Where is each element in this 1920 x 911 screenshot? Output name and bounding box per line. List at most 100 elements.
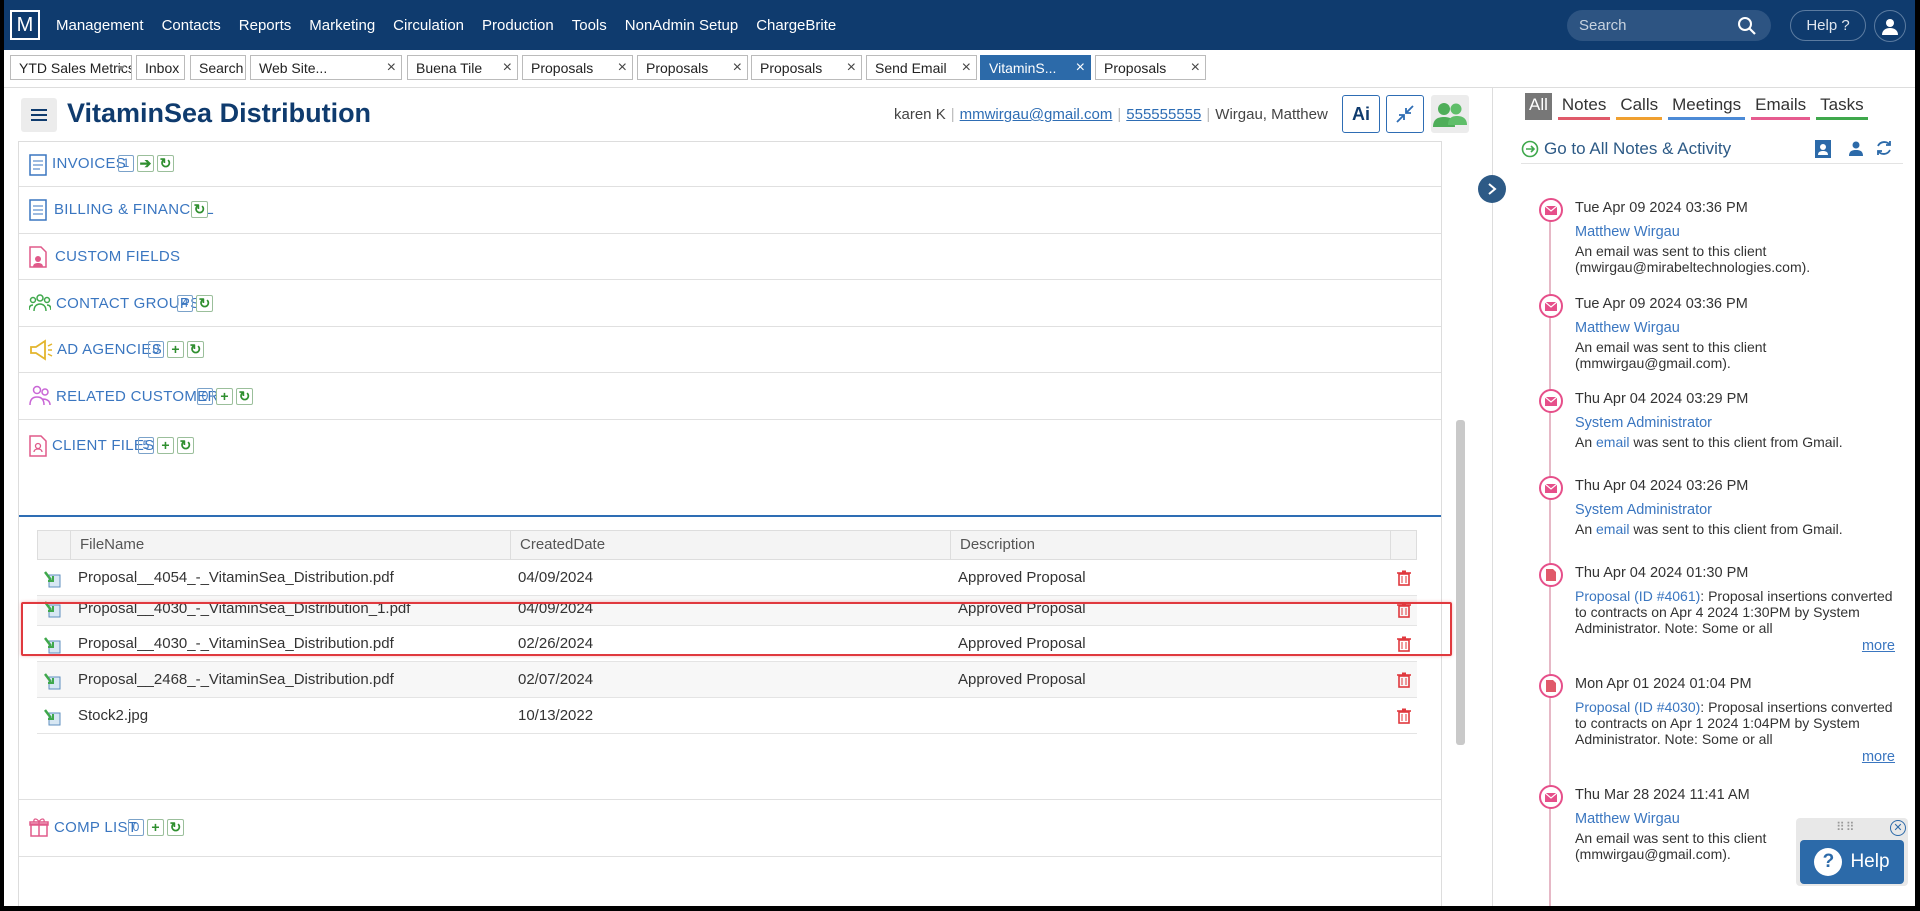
app-logo[interactable]: M	[10, 10, 40, 40]
nav-production[interactable]: Production	[482, 17, 554, 34]
trash-icon[interactable]	[1397, 570, 1411, 586]
tab-vitaminsea[interactable]: VitaminS... ×	[980, 55, 1091, 80]
tab-inbox[interactable]: Inbox	[136, 55, 185, 80]
file-download-icon[interactable]	[43, 570, 61, 588]
add-button[interactable]: +	[216, 388, 233, 405]
chevron-down-icon[interactable]	[117, 66, 125, 71]
drag-handle[interactable]: ⠿⠿	[1836, 820, 1856, 834]
add-button[interactable]: +	[157, 437, 174, 454]
column-header-description[interactable]: Description	[950, 531, 1390, 559]
section-invoices[interactable]: INVOICES 1 ➔ ↻	[19, 142, 1441, 187]
file-name[interactable]: Proposal__4030_-_VitaminSea_Distribution…	[78, 626, 394, 661]
tab-ytd-sales-metrics[interactable]: YTD Sales Metrics	[10, 55, 132, 80]
refresh-button[interactable]: ↻	[196, 295, 213, 312]
ai-button[interactable]: Ai	[1342, 95, 1380, 133]
column-header-filename[interactable]: FileName	[70, 531, 510, 559]
nav-nonadmin-setup[interactable]: NonAdmin Setup	[625, 17, 738, 34]
filter-all[interactable]: All	[1525, 93, 1552, 120]
tab-buena-tile[interactable]: Buena Tile ×	[407, 55, 518, 80]
table-row[interactable]: Proposal__4030_-_VitaminSea_Distribution…	[37, 596, 1417, 626]
tab-search[interactable]: Search	[190, 55, 246, 80]
filter-calls[interactable]: Calls	[1616, 93, 1663, 120]
nav-circulation[interactable]: Circulation	[393, 17, 464, 34]
more-link[interactable]: more	[1862, 749, 1895, 765]
trash-icon[interactable]	[1397, 602, 1411, 618]
trash-icon[interactable]	[1397, 636, 1411, 652]
hamburger-menu-button[interactable]	[21, 98, 57, 132]
tab-proposals-4[interactable]: Proposals ×	[1095, 55, 1206, 80]
collapse-button[interactable]	[1386, 95, 1424, 133]
close-icon[interactable]: ×	[387, 59, 396, 77]
nav-reports[interactable]: Reports	[239, 17, 292, 34]
close-icon[interactable]: ×	[1191, 59, 1200, 77]
close-icon[interactable]: ✕	[1890, 820, 1906, 836]
file-download-icon[interactable]	[43, 636, 61, 654]
table-row[interactable]: Stock2.jpg 10/13/2022	[37, 698, 1417, 734]
section-comp-list[interactable]: COMP LIST 0 + ↻	[19, 799, 1441, 857]
email-link[interactable]: email	[1596, 521, 1629, 537]
tab-proposals-3[interactable]: Proposals ×	[751, 55, 862, 80]
table-row[interactable]: Proposal__4030_-_VitaminSea_Distribution…	[37, 626, 1417, 662]
close-icon[interactable]: ×	[1076, 59, 1085, 77]
close-icon[interactable]: ×	[962, 59, 971, 77]
file-download-icon[interactable]	[43, 708, 61, 726]
file-download-icon[interactable]	[43, 672, 61, 690]
contact-card-icon[interactable]	[1814, 139, 1832, 159]
filter-meetings[interactable]: Meetings	[1668, 93, 1746, 120]
expand-panel-button[interactable]	[1478, 175, 1506, 203]
scrollbar[interactable]	[1456, 420, 1465, 745]
activity-author-link[interactable]: Matthew Wirgau	[1575, 811, 1680, 827]
refresh-button[interactable]: ↻	[157, 155, 174, 172]
tab-proposals-1[interactable]: Proposals ×	[522, 55, 633, 80]
section-ad-agencies[interactable]: AD AGENCIES 0 + ↻	[19, 327, 1441, 373]
close-icon[interactable]: ×	[847, 59, 856, 77]
section-billing-financial[interactable]: BILLING & FINANCIAL ↻	[19, 187, 1441, 234]
user-menu-button[interactable]	[1874, 10, 1906, 42]
proposal-link[interactable]: Proposal (ID #4061)	[1575, 588, 1700, 604]
filter-notes[interactable]: Notes	[1557, 93, 1611, 120]
contact-email-link[interactable]: mmwirgau@gmail.com	[960, 106, 1113, 123]
tab-website[interactable]: Web Site... ×	[250, 55, 402, 80]
goto-all-notes-link[interactable]: Go to All Notes & Activity	[1544, 139, 1731, 159]
table-row[interactable]: Proposal__4054_-_VitaminSea_Distribution…	[37, 560, 1417, 596]
section-contact-groups[interactable]: CONTACT GROUPS 4 ↻	[19, 280, 1441, 327]
close-icon[interactable]: ×	[733, 59, 742, 77]
file-name[interactable]: Proposal__4054_-_VitaminSea_Distribution…	[78, 560, 394, 595]
contact-phone-link[interactable]: 555555555	[1126, 106, 1201, 123]
activity-author-link[interactable]: System Administrator	[1575, 502, 1712, 518]
contact-group-button[interactable]	[1431, 95, 1469, 133]
table-row[interactable]: Proposal__2468_-_VitaminSea_Distribution…	[37, 662, 1417, 698]
activity-author-link[interactable]: Matthew Wirgau	[1575, 320, 1680, 336]
search-input[interactable]: Search	[1567, 10, 1771, 41]
nav-tools[interactable]: Tools	[572, 17, 607, 34]
more-link[interactable]: more	[1862, 638, 1895, 654]
email-link[interactable]: email	[1596, 434, 1629, 450]
section-custom-fields[interactable]: CUSTOM FIELDS	[19, 234, 1441, 280]
file-download-icon[interactable]	[43, 600, 61, 618]
help-widget-button[interactable]: ? Help	[1800, 840, 1904, 884]
activity-author-link[interactable]: Matthew Wirgau	[1575, 224, 1680, 240]
section-related-customers[interactable]: RELATED CUSTOMERS 0 + ↻	[19, 373, 1441, 420]
person-icon[interactable]	[1848, 139, 1864, 157]
activity-author-link[interactable]: System Administrator	[1575, 415, 1712, 431]
section-client-files[interactable]: CLIENT FILES 5 + ↻	[19, 420, 1441, 515]
file-name[interactable]: Proposal__2468_-_VitaminSea_Distribution…	[78, 662, 394, 697]
column-header-createddate[interactable]: CreatedDate	[510, 531, 950, 559]
add-button[interactable]: +	[147, 819, 164, 836]
proposal-link[interactable]: Proposal (ID #4030)	[1575, 699, 1700, 715]
trash-icon[interactable]	[1397, 672, 1411, 688]
file-name[interactable]: Stock2.jpg	[78, 698, 148, 733]
go-arrow-button[interactable]: ➔	[137, 155, 154, 172]
tab-send-email[interactable]: Send Email ×	[866, 55, 977, 80]
refresh-button[interactable]: ↻	[191, 201, 208, 218]
filter-tasks[interactable]: Tasks	[1816, 93, 1868, 120]
refresh-button[interactable]: ↻	[187, 341, 204, 358]
tab-proposals-2[interactable]: Proposals ×	[637, 55, 748, 80]
help-button[interactable]: Help ?	[1790, 10, 1866, 41]
refresh-icon[interactable]	[1875, 139, 1893, 157]
refresh-button[interactable]: ↻	[167, 819, 184, 836]
nav-management[interactable]: Management	[56, 17, 144, 34]
nav-contacts[interactable]: Contacts	[162, 17, 221, 34]
close-icon[interactable]: ×	[618, 59, 627, 77]
file-name[interactable]: Proposal__4030_-_VitaminSea_Distribution…	[78, 596, 410, 625]
